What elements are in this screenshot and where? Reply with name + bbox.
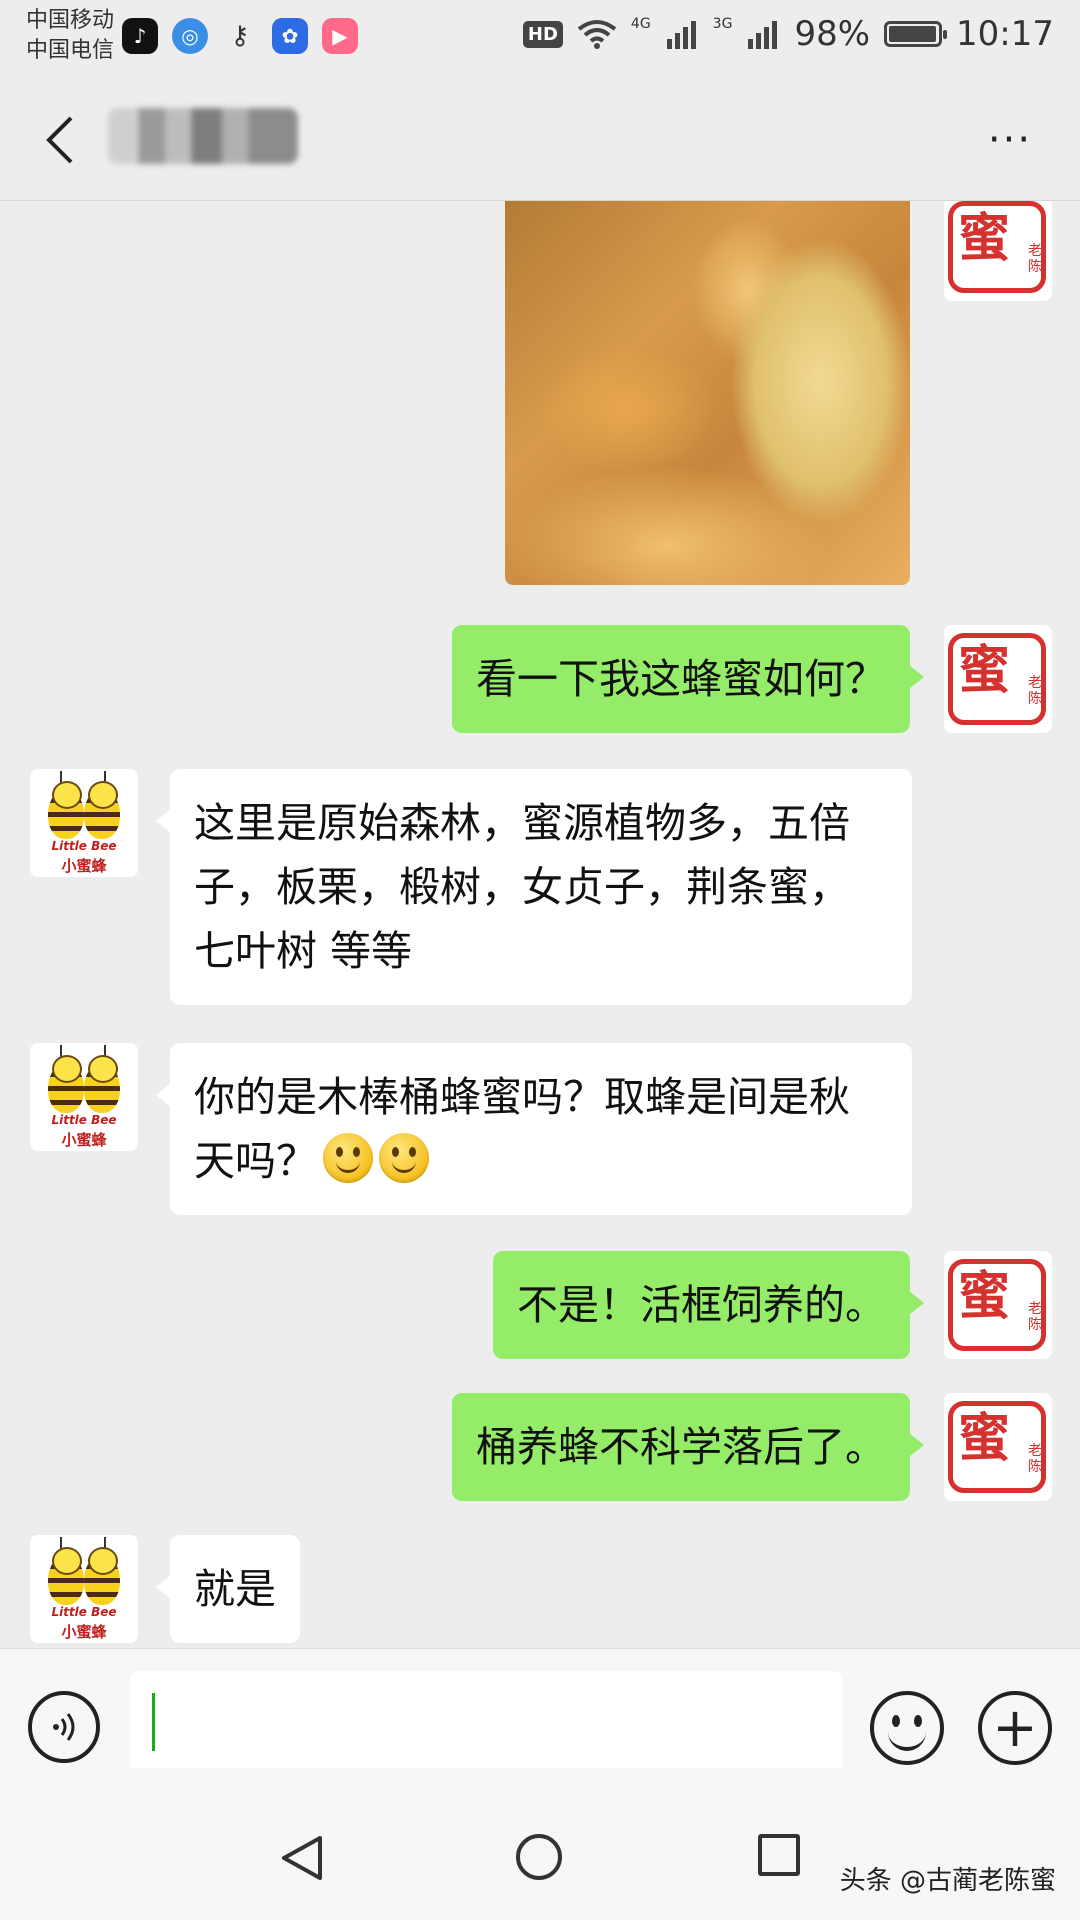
clock: 10:17: [956, 14, 1054, 54]
nav-back-icon[interactable]: [280, 1834, 324, 1882]
signal-2-type: 3G: [712, 16, 733, 32]
message-input[interactable]: [130, 1671, 842, 1777]
carrier-1: 中国移动: [26, 8, 115, 33]
seal-small-text: 老陈: [1028, 243, 1042, 275]
message-row: 蜜 老陈: [0, 201, 1080, 593]
message-bubble-theirs[interactable]: 这里是原始森林，蜜源植物多，五倍子，板栗，椴树，女贞子，荆条蜜，七叶树 等等: [156, 769, 912, 1005]
battery-percent: 98%: [794, 14, 871, 54]
seal-avatar: 蜜 老陈: [944, 1251, 1052, 1359]
watermark: 头条 @古蔺老陈蜜: [839, 1866, 1056, 1896]
bee-text-en: Little Bee: [51, 1113, 117, 1127]
bee-avatar: Little Bee 小蜜蜂: [30, 1043, 138, 1151]
message-row: 桶养蜂不科学落后了。 蜜 老陈: [0, 1393, 1080, 1505]
signal-1-type: 4G: [630, 16, 651, 32]
chevron-left-icon: [46, 116, 73, 164]
browser-icon: ◎: [172, 18, 208, 54]
seal-char: 蜜: [958, 640, 1011, 701]
voice-input-button[interactable]: [28, 1691, 100, 1763]
signal-1-icon: [666, 21, 696, 49]
bee-text-cn: 小蜜蜂: [61, 857, 107, 875]
message-row: Little Bee 小蜜蜂 这里是原始森林，蜜源植物多，五倍子，板栗，椴树，女…: [0, 769, 1080, 1014]
message-bubble-mine[interactable]: 不是！活框饲养的。: [493, 1251, 924, 1359]
message-bubble-theirs[interactable]: 就是: [156, 1535, 300, 1643]
bee-avatar: Little Bee 小蜜蜂: [30, 1535, 138, 1643]
smile-emoji-icon: [379, 1133, 429, 1183]
hd-badge: HD: [522, 20, 563, 48]
seal-avatar: 蜜 老陈: [944, 625, 1052, 733]
chat-header: ···: [0, 80, 1080, 201]
message-text: 你的是木棒桶蜂蜜吗？取蜂是间是秋天吗？: [194, 1073, 850, 1185]
smile-emoji-icon: [323, 1133, 373, 1183]
seal-char: 蜜: [958, 208, 1011, 269]
voice-icon: [53, 1713, 75, 1741]
message-bubble-theirs[interactable]: 你的是木棒桶蜂蜜吗？取蜂是间是秋天吗？: [156, 1043, 912, 1215]
contact-avatar[interactable]: Little Bee 小蜜蜂: [30, 769, 138, 877]
carrier-labels: 中国移动 中国电信: [26, 6, 114, 66]
bee-avatar: Little Bee 小蜜蜂: [30, 769, 138, 877]
status-bar: 中国移动 中国电信 ♪ ◎ ⚷ ✿ ▶ HD 4G 3G 98% 10:17: [0, 0, 1080, 80]
more-functions-button[interactable]: +: [978, 1691, 1052, 1765]
more-options-button[interactable]: ···: [980, 110, 1040, 170]
bee-text-en: Little Bee: [51, 1605, 117, 1619]
message-bubble-mine[interactable]: 桶养蜂不科学落后了。: [452, 1393, 924, 1501]
back-button[interactable]: [30, 106, 90, 174]
key-icon: ⚷: [230, 21, 250, 51]
seal-small-text: 老陈: [1028, 1443, 1042, 1475]
text-caret: [152, 1693, 155, 1751]
nav-recent-apps-icon[interactable]: [758, 1834, 800, 1876]
my-avatar[interactable]: 蜜 老陈: [944, 1393, 1052, 1501]
message-row: Little Bee 小蜜蜂 你的是木棒桶蜂蜜吗？取蜂是间是秋天吗？: [0, 1043, 1080, 1221]
seal-char: 蜜: [958, 1408, 1011, 1469]
my-avatar[interactable]: 蜜 老陈: [944, 625, 1052, 733]
message-row: 看一下我这蜂蜜如何？ 蜜 老陈: [0, 625, 1080, 737]
status-app-icons: ♪ ◎ ⚷ ✿ ▶: [122, 18, 358, 54]
battery-fill: [889, 26, 936, 42]
baidu-icon: ✿: [272, 18, 308, 54]
seal-avatar: 蜜 老陈: [944, 1393, 1052, 1501]
nav-home-icon[interactable]: [516, 1834, 562, 1880]
emoji-button[interactable]: [870, 1691, 944, 1765]
seal-small-text: 老陈: [1028, 1301, 1042, 1333]
contact-name-blurred: [108, 108, 298, 164]
message-row: 不是！活框饲养的。 蜜 老陈: [0, 1251, 1080, 1363]
signal-2-icon: [748, 21, 778, 49]
video-icon: ▶: [322, 18, 358, 54]
wifi-icon: [577, 20, 617, 49]
carrier-2: 中国电信: [26, 38, 115, 63]
battery-icon: [884, 21, 948, 47]
my-avatar[interactable]: 蜜 老陈: [944, 201, 1052, 301]
message-bubble-mine[interactable]: 看一下我这蜂蜜如何？: [452, 625, 924, 733]
status-indicators: HD 4G 3G 98% 10:17: [522, 14, 1054, 54]
douyin-icon: ♪: [122, 18, 158, 54]
input-bar: +: [0, 1648, 1080, 1777]
bee-text-cn: 小蜜蜂: [61, 1131, 107, 1149]
my-avatar[interactable]: 蜜 老陈: [944, 1251, 1052, 1359]
honey-photo-message[interactable]: [505, 201, 910, 585]
message-row: Little Bee 小蜜蜂 就是: [0, 1535, 1080, 1647]
contact-avatar[interactable]: Little Bee 小蜜蜂: [30, 1043, 138, 1151]
chat-messages[interactable]: 蜜 老陈 看一下我这蜂蜜如何？ 蜜 老陈 Little Bee 小蜜蜂 这里是原…: [0, 201, 1080, 1647]
bee-text-en: Little Bee: [51, 839, 117, 853]
bee-text-cn: 小蜜蜂: [61, 1623, 107, 1641]
seal-small-text: 老陈: [1028, 675, 1042, 707]
seal-char: 蜜: [958, 1266, 1011, 1327]
seal-avatar: 蜜 老陈: [944, 201, 1052, 301]
system-nav-bar: 头条 @古蔺老陈蜜: [0, 1768, 1080, 1920]
contact-avatar[interactable]: Little Bee 小蜜蜂: [30, 1535, 138, 1643]
